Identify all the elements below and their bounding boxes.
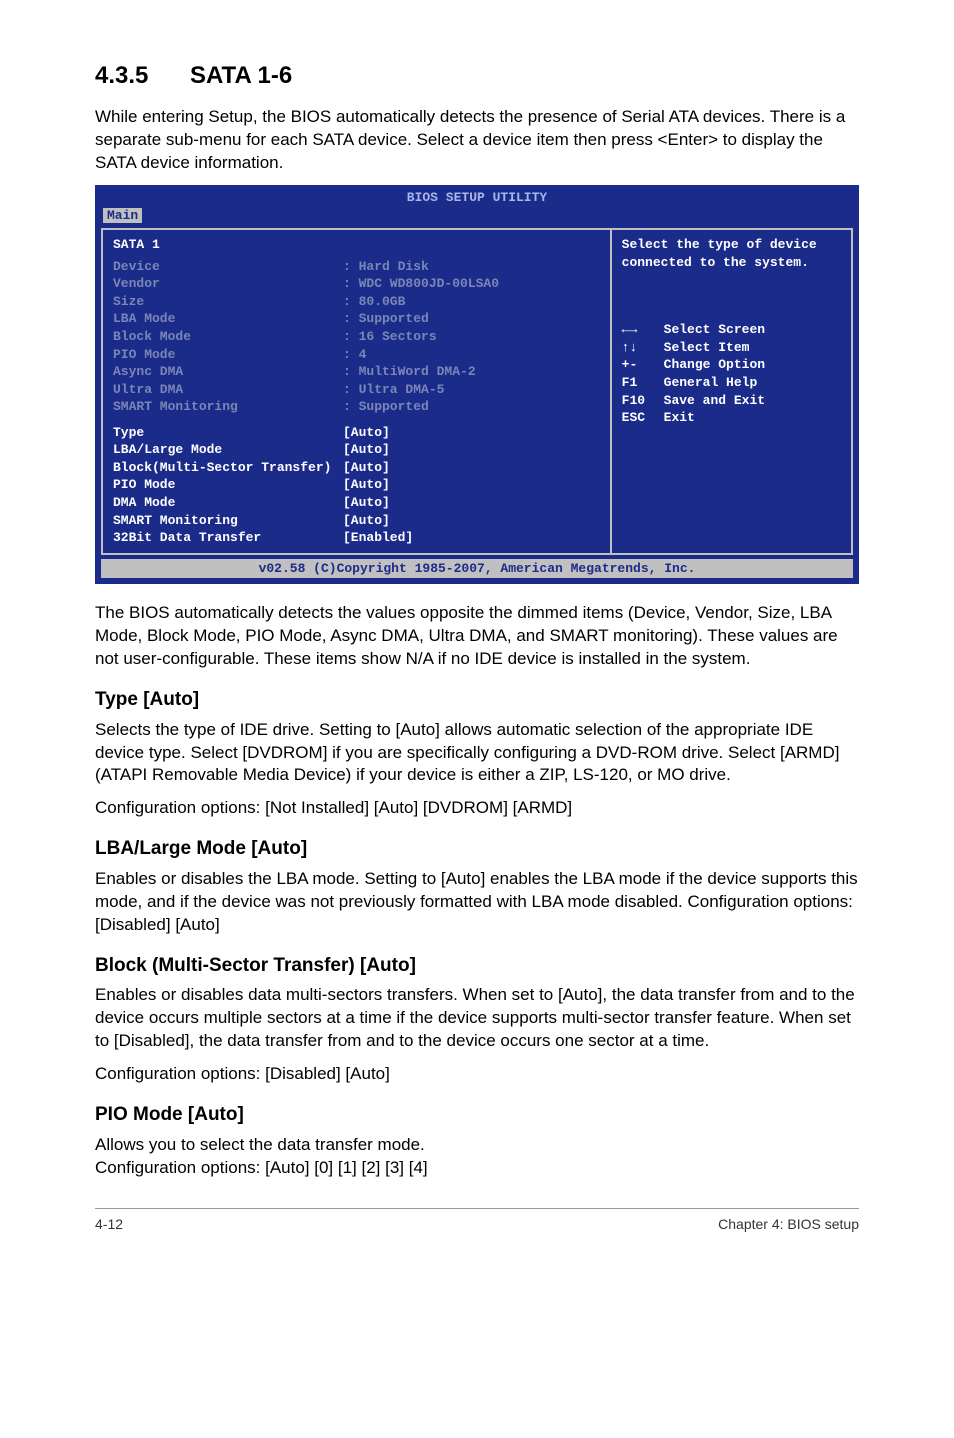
key-row: F10Save and Exit xyxy=(622,392,841,410)
key-plusminus-icon: +- xyxy=(622,356,664,374)
bios-option-label: PIO Mode xyxy=(113,476,343,494)
bios-info-row: Size: 80.0GB xyxy=(113,293,600,311)
bios-tabs: Main xyxy=(97,207,857,229)
bios-option-label: Block(Multi-Sector Transfer) xyxy=(113,459,343,477)
page-number: 4-12 xyxy=(95,1215,123,1234)
bios-info-value: : Hard Disk xyxy=(343,258,429,276)
bios-info-label: PIO Mode xyxy=(113,346,343,364)
bios-option-row[interactable]: 32Bit Data Transfer[Enabled] xyxy=(113,529,600,547)
bios-info-value: : WDC WD800JD-00LSA0 xyxy=(343,275,499,293)
bios-info-row: LBA Mode: Supported xyxy=(113,310,600,328)
bios-info-row: Block Mode: 16 Sectors xyxy=(113,328,600,346)
key-f1-icon: F1 xyxy=(622,374,664,392)
bios-info-block: Device: Hard Disk Vendor: WDC WD800JD-00… xyxy=(113,258,600,416)
lba-heading: LBA/Large Mode [Auto] xyxy=(95,836,859,862)
bios-option-label: DMA Mode xyxy=(113,494,343,512)
bios-info-value: : 16 Sectors xyxy=(343,328,437,346)
bios-help-text: Select the type of device connected to t… xyxy=(622,236,841,271)
key-text: Exit xyxy=(664,409,695,427)
bios-option-label: 32Bit Data Transfer xyxy=(113,529,343,547)
bios-screenshot: BIOS SETUP UTILITY Main SATA 1 Device: H… xyxy=(95,185,859,584)
key-f10-icon: F10 xyxy=(622,392,664,410)
bios-option-row[interactable]: LBA/Large Mode[Auto] xyxy=(113,441,600,459)
bios-tab-main[interactable]: Main xyxy=(103,208,142,223)
bios-info-row: SMART Monitoring: Supported xyxy=(113,398,600,416)
section-title-text: SATA 1-6 xyxy=(190,62,292,89)
bios-info-row: PIO Mode: 4 xyxy=(113,346,600,364)
block-heading: Block (Multi-Sector Transfer) [Auto] xyxy=(95,953,859,979)
bios-key-help: ←→Select Screen ↑↓Select Item +-Change O… xyxy=(622,321,841,426)
bios-options-block: Type[Auto] LBA/Large Mode[Auto] Block(Mu… xyxy=(113,424,600,547)
type-heading: Type [Auto] xyxy=(95,687,859,713)
bios-info-row: Device: Hard Disk xyxy=(113,258,600,276)
bios-info-label: Async DMA xyxy=(113,363,343,381)
bios-option-row[interactable]: Block(Multi-Sector Transfer)[Auto] xyxy=(113,459,600,477)
key-text: Save and Exit xyxy=(664,392,765,410)
key-row: F1General Help xyxy=(622,374,841,392)
bios-info-value: : 4 xyxy=(343,346,366,364)
pio-paragraph: Allows you to select the data transfer m… xyxy=(95,1134,859,1157)
bios-info-label: SMART Monitoring xyxy=(113,398,343,416)
key-text: Select Screen xyxy=(664,321,765,339)
after-bios-paragraph: The BIOS automatically detects the value… xyxy=(95,602,859,671)
bios-info-label: Size xyxy=(113,293,343,311)
bios-info-label: Block Mode xyxy=(113,328,343,346)
type-config-options: Configuration options: [Not Installed] [… xyxy=(95,797,859,820)
bios-option-value: [Auto] xyxy=(343,441,390,459)
lba-paragraph: Enables or disables the LBA mode. Settin… xyxy=(95,868,859,937)
bios-option-row[interactable]: PIO Mode[Auto] xyxy=(113,476,600,494)
bios-info-value: : Supported xyxy=(343,398,429,416)
bios-main-panel: SATA 1 Device: Hard Disk Vendor: WDC WD8… xyxy=(101,228,853,554)
section-heading: 4.3.5SATA 1-6 xyxy=(95,60,859,92)
bios-info-label: Ultra DMA xyxy=(113,381,343,399)
bios-info-row: Async DMA: MultiWord DMA-2 xyxy=(113,363,600,381)
bios-info-value: : MultiWord DMA-2 xyxy=(343,363,476,381)
intro-paragraph: While entering Setup, the BIOS automatic… xyxy=(95,106,859,175)
pio-config-options: Configuration options: [Auto] [0] [1] [2… xyxy=(95,1157,859,1180)
block-paragraph: Enables or disables data multi-sectors t… xyxy=(95,984,859,1053)
key-row: ←→Select Screen xyxy=(622,321,841,339)
key-updown-icon: ↑↓ xyxy=(622,339,664,357)
bios-info-value: : Supported xyxy=(343,310,429,328)
type-paragraph: Selects the type of IDE drive. Setting t… xyxy=(95,719,859,788)
pio-heading: PIO Mode [Auto] xyxy=(95,1102,859,1128)
bios-option-row[interactable]: Type[Auto] xyxy=(113,424,600,442)
bios-option-value: [Auto] xyxy=(343,512,390,530)
bios-info-value: : 80.0GB xyxy=(343,293,405,311)
bios-option-value: [Auto] xyxy=(343,459,390,477)
bios-title: BIOS SETUP UTILITY xyxy=(97,187,857,207)
bios-info-label: Device xyxy=(113,258,343,276)
bios-left-panel: SATA 1 Device: Hard Disk Vendor: WDC WD8… xyxy=(103,230,612,552)
bios-copyright: v02.58 (C)Copyright 1985-2007, American … xyxy=(101,559,853,579)
bios-option-label: SMART Monitoring xyxy=(113,512,343,530)
bios-option-value: [Auto] xyxy=(343,494,390,512)
block-config-options: Configuration options: [Disabled] [Auto] xyxy=(95,1063,859,1086)
bios-option-value: [Auto] xyxy=(343,476,390,494)
section-number: 4.3.5 xyxy=(95,60,190,92)
bios-option-value: [Enabled] xyxy=(343,529,413,547)
key-row: +-Change Option xyxy=(622,356,841,374)
bios-info-row: Ultra DMA: Ultra DMA-5 xyxy=(113,381,600,399)
bios-option-value: [Auto] xyxy=(343,424,390,442)
bios-option-row[interactable]: DMA Mode[Auto] xyxy=(113,494,600,512)
key-esc-icon: ESC xyxy=(622,409,664,427)
key-row: ESCExit xyxy=(622,409,841,427)
bios-right-panel: Select the type of device connected to t… xyxy=(612,230,851,552)
bios-info-label: LBA Mode xyxy=(113,310,343,328)
page-footer: 4-12 Chapter 4: BIOS setup xyxy=(95,1208,859,1234)
key-text: General Help xyxy=(664,374,758,392)
key-text: Select Item xyxy=(664,339,750,357)
bios-info-label: Vendor xyxy=(113,275,343,293)
bios-option-label: LBA/Large Mode xyxy=(113,441,343,459)
bios-option-row[interactable]: SMART Monitoring[Auto] xyxy=(113,512,600,530)
bios-info-value: : Ultra DMA-5 xyxy=(343,381,444,399)
bios-info-row: Vendor: WDC WD800JD-00LSA0 xyxy=(113,275,600,293)
bios-sata-header: SATA 1 xyxy=(113,236,600,254)
key-row: ↑↓Select Item xyxy=(622,339,841,357)
bios-option-label: Type xyxy=(113,424,343,442)
key-text: Change Option xyxy=(664,356,765,374)
key-arrows-icon: ←→ xyxy=(622,321,664,339)
chapter-label: Chapter 4: BIOS setup xyxy=(718,1215,859,1234)
